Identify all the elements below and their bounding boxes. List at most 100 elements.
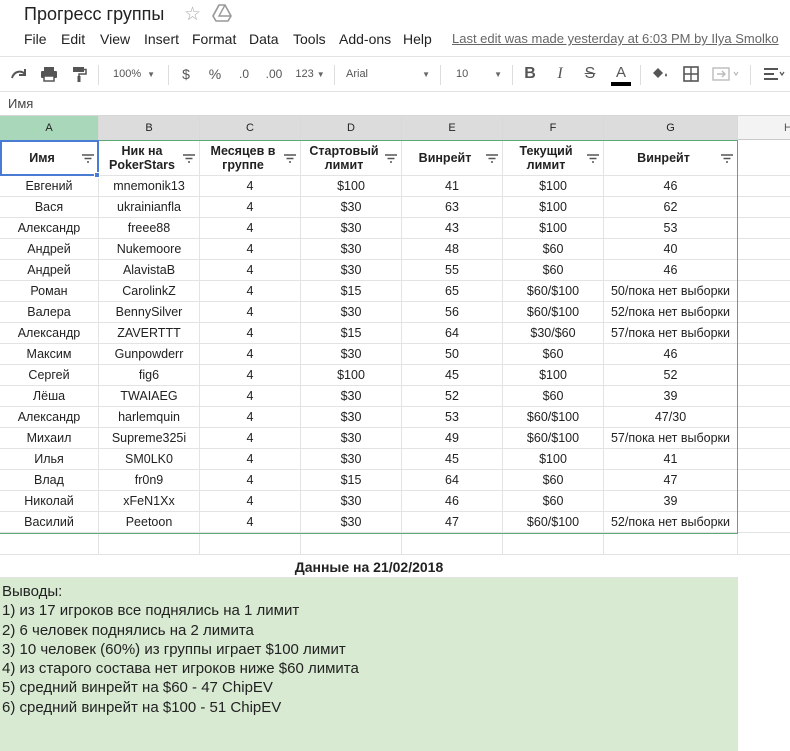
cell-current-limit[interactable]: $60: [503, 239, 604, 260]
empty-cell[interactable]: [738, 344, 790, 365]
cell-nick[interactable]: ZAVERTTT: [99, 323, 200, 344]
more-formats-dropdown[interactable]: 123 ▼: [292, 57, 328, 91]
last-edit-link[interactable]: Last edit was made yesterday at 6:03 PM …: [452, 31, 779, 46]
empty-cell[interactable]: [200, 534, 301, 555]
cell-nick[interactable]: CarolinkZ: [99, 281, 200, 302]
menu-edit[interactable]: Edit: [61, 31, 85, 47]
data-date-note[interactable]: Данные на 21/02/2018: [0, 556, 738, 578]
column-header-b[interactable]: B: [99, 116, 200, 140]
header-winrate-current[interactable]: Винрейт: [604, 140, 738, 176]
cell-winrate-start[interactable]: 46: [402, 491, 503, 512]
empty-cell[interactable]: [402, 534, 503, 555]
cell-nick[interactable]: ukrainianfla: [99, 197, 200, 218]
cell-nick[interactable]: freee88: [99, 218, 200, 239]
font-size-dropdown[interactable]: 10 ▼: [450, 57, 508, 91]
zoom-dropdown[interactable]: 100% ▼: [106, 57, 162, 91]
cell-start-limit[interactable]: $100: [301, 365, 402, 386]
cell-nick[interactable]: SM0LK0: [99, 449, 200, 470]
strikethrough-button[interactable]: S: [578, 57, 602, 91]
merge-cells-button[interactable]: [708, 57, 744, 91]
column-header-d[interactable]: D: [301, 116, 402, 140]
borders-button[interactable]: [678, 57, 704, 91]
cell-winrate-start[interactable]: 63: [402, 197, 503, 218]
cell-months[interactable]: 4: [200, 491, 301, 512]
cell-start-limit[interactable]: $30: [301, 428, 402, 449]
cell-winrate-current[interactable]: 47/30: [604, 407, 738, 428]
cell-start-limit[interactable]: $30: [301, 491, 402, 512]
cell-nick[interactable]: Gunpowderr: [99, 344, 200, 365]
header-nick[interactable]: Ник на PokerStars: [99, 140, 200, 176]
cell-current-limit[interactable]: $60: [503, 344, 604, 365]
cell-winrate-current[interactable]: 52/пока нет выборки: [604, 302, 738, 323]
cell-name[interactable]: Роман: [0, 281, 99, 302]
cell-current-limit[interactable]: $60/$100: [503, 281, 604, 302]
cell-nick[interactable]: AlavistaB: [99, 260, 200, 281]
cell-winrate-start[interactable]: 45: [402, 365, 503, 386]
cell-nick[interactable]: Nukemoore: [99, 239, 200, 260]
cell-current-limit[interactable]: $30/$60: [503, 323, 604, 344]
cell-months[interactable]: 4: [200, 218, 301, 239]
empty-cell[interactable]: [738, 281, 790, 302]
cell-months[interactable]: 4: [200, 512, 301, 533]
header-current-limit[interactable]: Текущий лимит: [503, 140, 604, 176]
cell-months[interactable]: 4: [200, 365, 301, 386]
column-header-h[interactable]: H: [738, 116, 790, 140]
cell-start-limit[interactable]: $30: [301, 449, 402, 470]
cell-name[interactable]: Евгений: [0, 176, 99, 197]
cell-nick[interactable]: fr0n9: [99, 470, 200, 491]
cell-winrate-start[interactable]: 55: [402, 260, 503, 281]
cell-winrate-start[interactable]: 48: [402, 239, 503, 260]
cell-months[interactable]: 4: [200, 239, 301, 260]
cell-winrate-start[interactable]: 50: [402, 344, 503, 365]
cell-name[interactable]: Александр: [0, 407, 99, 428]
cell-current-limit[interactable]: $100: [503, 365, 604, 386]
cell-name[interactable]: Андрей: [0, 239, 99, 260]
menu-file[interactable]: File: [24, 31, 47, 47]
menu-format[interactable]: Format: [192, 31, 236, 47]
cell-nick[interactable]: BennySilver: [99, 302, 200, 323]
sheet-grid[interactable]: A B C D E F G H Имя Ник на PokerStars Ме…: [0, 116, 790, 751]
cell-name[interactable]: Александр: [0, 323, 99, 344]
empty-cell[interactable]: [738, 260, 790, 281]
cell-start-limit[interactable]: $30: [301, 512, 402, 533]
print-button[interactable]: [36, 57, 62, 91]
cell-name[interactable]: Михаил: [0, 428, 99, 449]
cell-nick[interactable]: Peetoon: [99, 512, 200, 533]
cell-winrate-current[interactable]: 46: [604, 176, 738, 197]
column-header-f[interactable]: F: [503, 116, 604, 140]
cell-current-limit[interactable]: $60/$100: [503, 428, 604, 449]
menu-data[interactable]: Data: [249, 31, 279, 47]
cell-winrate-current[interactable]: 50/пока нет выборки: [604, 281, 738, 302]
font-family-dropdown[interactable]: Arial ▼: [342, 57, 434, 91]
empty-cell[interactable]: [738, 239, 790, 260]
cell-current-limit[interactable]: $60/$100: [503, 302, 604, 323]
cell-months[interactable]: 4: [200, 386, 301, 407]
header-months[interactable]: Месяцев в группе: [200, 140, 301, 176]
star-icon[interactable]: ☆: [184, 3, 201, 26]
cell-months[interactable]: 4: [200, 428, 301, 449]
decrease-decimals-button[interactable]: .0: [232, 57, 256, 91]
cell-name[interactable]: Андрей: [0, 260, 99, 281]
align-dropdown[interactable]: [758, 57, 790, 91]
cell-current-limit[interactable]: $100: [503, 176, 604, 197]
cell-winrate-current[interactable]: 47: [604, 470, 738, 491]
filter-icon[interactable]: [385, 154, 397, 163]
cell-current-limit[interactable]: $100: [503, 449, 604, 470]
cell-winrate-start[interactable]: 64: [402, 323, 503, 344]
cell-nick[interactable]: TWAIAEG: [99, 386, 200, 407]
cell-start-limit[interactable]: $15: [301, 470, 402, 491]
cell-winrate-current[interactable]: 52/пока нет выборки: [604, 512, 738, 533]
column-header-g[interactable]: G: [604, 116, 738, 140]
header-start-limit[interactable]: Стартовый лимит: [301, 140, 402, 176]
empty-cell[interactable]: [738, 365, 790, 386]
empty-cell[interactable]: [738, 218, 790, 239]
cell-winrate-start[interactable]: 56: [402, 302, 503, 323]
empty-cell[interactable]: [738, 386, 790, 407]
filter-icon[interactable]: [183, 154, 195, 163]
column-header-a[interactable]: A: [0, 116, 99, 140]
empty-cell[interactable]: [738, 176, 790, 197]
cell-current-limit[interactable]: $100: [503, 218, 604, 239]
cell-winrate-start[interactable]: 43: [402, 218, 503, 239]
filter-icon[interactable]: [721, 154, 733, 163]
cell-name[interactable]: Вася: [0, 197, 99, 218]
